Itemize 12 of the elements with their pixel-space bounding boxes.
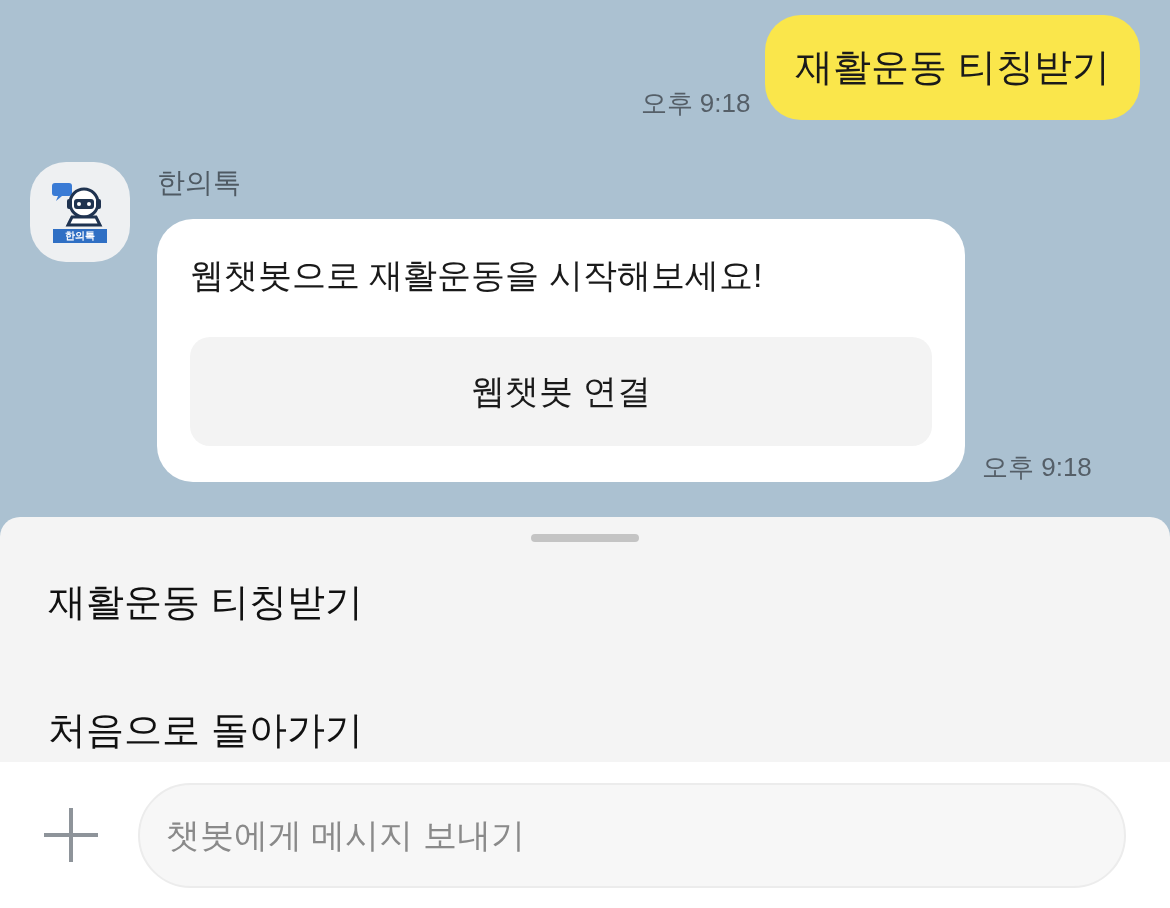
sheet-handle[interactable] — [531, 534, 639, 542]
quick-reply-item[interactable]: 처음으로 돌아가기 — [48, 706, 363, 754]
message-time: 오후 9:18 — [640, 88, 751, 118]
sent-message-bubble: 재활운동 티칭받기 — [765, 15, 1140, 120]
message-input-field[interactable]: 챗봇에게 메시지 보내기 — [138, 782, 1126, 888]
message-time: 오후 9:18 — [982, 452, 1092, 482]
quick-reply-item[interactable]: 재활운동 티칭받기 — [48, 578, 363, 626]
message-text: 웹챗봇으로 재활운동을 시작해보세요! — [190, 255, 764, 296]
logo-label: 한의톡 — [53, 229, 107, 243]
connect-button[interactable]: 웹챗봇 연결 — [190, 337, 932, 446]
plus-icon[interactable] — [44, 808, 98, 862]
sender-name: 한의톡 — [157, 166, 242, 200]
